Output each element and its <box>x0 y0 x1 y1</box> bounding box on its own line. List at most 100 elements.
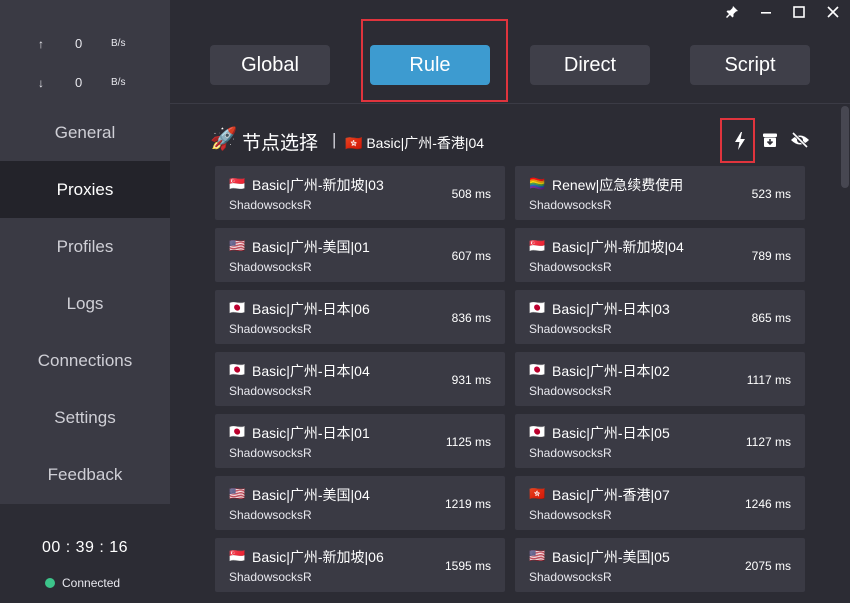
download-value: 0 <box>75 75 83 90</box>
upload-value: 0 <box>75 36 83 51</box>
connection-status: Connected <box>45 576 120 590</box>
proxy-card[interactable]: 🇭🇰 Basic|广州-香港|07 ShadowsocksR 1246 ms <box>515 476 805 530</box>
minimize-icon[interactable] <box>756 4 776 24</box>
clashx-window: ↑ 0 B/s ↓ 0 B/s General Proxies Profiles… <box>0 0 850 603</box>
proxy-card[interactable]: 🇸🇬 Basic|广州-新加坡|06 ShadowsocksR 1595 ms <box>215 538 505 592</box>
proxy-flag-icon: 🇯🇵 <box>229 362 246 377</box>
sidebar-item-feedback[interactable]: Feedback <box>0 446 170 503</box>
proxy-type: ShadowsocksR <box>229 446 312 460</box>
download-speed: ↓ 0 B/s <box>38 75 138 95</box>
sidebar-item-general[interactable]: General <box>0 104 170 161</box>
proxy-flag-icon: 🇺🇸 <box>229 238 246 253</box>
proxy-name: Basic|广州-新加坡|04 <box>552 239 684 255</box>
proxy-type: ShadowsocksR <box>229 198 312 212</box>
maximize-icon[interactable] <box>789 4 809 24</box>
proxy-name: Basic|广州-美国|04 <box>252 487 370 503</box>
sidebar-item-proxies[interactable]: Proxies <box>0 161 170 218</box>
proxy-type: ShadowsocksR <box>229 322 312 336</box>
upload-unit: B/s <box>111 38 126 49</box>
current-proxy: 🇭🇰 Basic|广州-香港|04 <box>345 133 484 153</box>
download-unit: B/s <box>111 77 126 88</box>
sidebar-item-connections[interactable]: Connections <box>0 332 170 389</box>
proxy-latency: 2075 ms <box>744 559 791 573</box>
proxy-card[interactable]: 🇯🇵 Basic|广州-日本|03 ShadowsocksR 865 ms <box>515 290 805 344</box>
rocket-icon: 🚀 <box>210 126 238 151</box>
proxy-latency: 523 ms <box>751 187 791 201</box>
proxy-flag-icon: 🇺🇸 <box>229 486 246 501</box>
proxy-card[interactable]: 🇸🇬 Basic|广州-新加坡|03 ShadowsocksR 508 ms <box>215 166 505 220</box>
proxy-card[interactable]: 🇺🇸 Basic|广州-美国|01 ShadowsocksR 607 ms <box>215 228 505 282</box>
traffic-monitor: ↑ 0 B/s ↓ 0 B/s <box>0 0 170 104</box>
proxy-flag-icon: 🇸🇬 <box>229 176 246 191</box>
proxy-flag-icon: 🇺🇸 <box>529 548 546 563</box>
proxy-card[interactable]: 🇯🇵 Basic|广州-日本|05 ShadowsocksR 1127 ms <box>515 414 805 468</box>
proxy-name: Renew|应急续费使用 <box>552 177 684 193</box>
proxy-group-header: 🚀 节点选择 | 🇭🇰 Basic|广州-香港|04 <box>210 126 810 156</box>
current-proxy-name: Basic|广州-香港|04 <box>366 135 485 151</box>
proxy-name: Basic|广州-香港|07 <box>552 487 670 503</box>
proxy-type: ShadowsocksR <box>529 446 612 460</box>
proxy-name: Basic|广州-日本|01 <box>252 425 370 441</box>
proxy-name: Basic|广州-美国|05 <box>552 549 670 565</box>
proxy-latency: 789 ms <box>751 249 791 263</box>
proxy-type: ShadowsocksR <box>529 570 612 584</box>
mode-direct-button[interactable]: Direct <box>530 45 650 85</box>
proxy-card[interactable]: 🇺🇸 Basic|广州-美国|05 ShadowsocksR 2075 ms <box>515 538 805 592</box>
proxy-flag-icon: 🇯🇵 <box>229 424 246 439</box>
status-dot-icon <box>45 578 55 588</box>
current-proxy-flag-icon: 🇭🇰 <box>345 135 363 151</box>
proxy-name: Basic|广州-美国|01 <box>252 239 370 255</box>
proxy-type: ShadowsocksR <box>529 508 612 522</box>
proxy-card[interactable]: 🇯🇵 Basic|广州-日本|01 ShadowsocksR 1125 ms <box>215 414 505 468</box>
mode-script-button[interactable]: Script <box>690 45 810 85</box>
proxy-type: ShadowsocksR <box>529 260 612 274</box>
proxy-card[interactable]: 🇯🇵 Basic|广州-日本|02 ShadowsocksR 1117 ms <box>515 352 805 406</box>
proxy-type: ShadowsocksR <box>529 384 612 398</box>
proxy-latency: 836 ms <box>451 311 491 325</box>
proxy-latency: 1219 ms <box>444 497 491 511</box>
proxy-name: Basic|广州-日本|06 <box>252 301 370 317</box>
scrollbar-thumb[interactable] <box>841 106 849 188</box>
proxy-flag-icon: 🇸🇬 <box>229 548 246 563</box>
sidebar: ↑ 0 B/s ↓ 0 B/s General Proxies Profiles… <box>0 0 170 603</box>
proxy-flag-icon: 🏳️‍🌈 <box>529 176 546 191</box>
proxy-card[interactable]: 🏳️‍🌈 Renew|应急续费使用 ShadowsocksR 523 ms <box>515 166 805 220</box>
proxy-card[interactable]: 🇯🇵 Basic|广州-日本|06 ShadowsocksR 836 ms <box>215 290 505 344</box>
proxy-name: Basic|广州-新加坡|06 <box>252 549 384 565</box>
proxy-flag-icon: 🇯🇵 <box>529 300 546 315</box>
sidebar-item-settings[interactable]: Settings <box>0 389 170 446</box>
proxy-type: ShadowsocksR <box>529 322 612 336</box>
close-icon[interactable] <box>823 4 843 24</box>
uptime-clock: 00 : 39 : 16 <box>41 539 129 556</box>
proxy-latency: 1246 ms <box>744 497 791 511</box>
proxy-card[interactable]: 🇯🇵 Basic|广州-日本|04 ShadowsocksR 931 ms <box>215 352 505 406</box>
bolt-icon[interactable] <box>730 132 750 152</box>
proxy-latency: 1117 ms <box>746 373 791 387</box>
group-name: 节点选择 <box>242 133 319 154</box>
group-separator: | <box>332 130 337 149</box>
sidebar-item-logs[interactable]: Logs <box>0 275 170 332</box>
download-arrow-icon: ↓ <box>38 76 44 90</box>
proxy-type: ShadowsocksR <box>229 508 312 522</box>
proxy-flag-icon: 🇯🇵 <box>529 424 546 439</box>
sidebar-item-profiles[interactable]: Profiles <box>0 218 170 275</box>
pin-icon[interactable] <box>722 4 742 24</box>
proxy-latency: 1595 ms <box>444 559 491 573</box>
eye-slash-icon[interactable] <box>790 131 810 152</box>
mode-global-button[interactable]: Global <box>210 45 330 85</box>
upload-speed: ↑ 0 B/s <box>38 36 138 56</box>
proxy-latency: 508 ms <box>451 187 491 201</box>
proxy-flag-icon: 🇯🇵 <box>529 362 546 377</box>
proxy-card[interactable]: 🇺🇸 Basic|广州-美国|04 ShadowsocksR 1219 ms <box>215 476 505 530</box>
proxy-type: ShadowsocksR <box>229 260 312 274</box>
proxy-type: ShadowsocksR <box>229 570 312 584</box>
proxy-flag-icon: 🇯🇵 <box>229 300 246 315</box>
proxy-latency: 1125 ms <box>445 435 491 449</box>
proxy-name: Basic|广州-日本|03 <box>552 301 670 317</box>
upload-arrow-icon: ↑ <box>38 37 44 51</box>
archive-icon[interactable] <box>760 132 780 152</box>
mode-rule-button[interactable]: Rule <box>370 45 490 85</box>
proxy-name: Basic|广州-新加坡|03 <box>252 177 384 193</box>
proxy-card[interactable]: 🇸🇬 Basic|广州-新加坡|04 ShadowsocksR 789 ms <box>515 228 805 282</box>
proxy-latency: 1127 ms <box>745 435 791 449</box>
